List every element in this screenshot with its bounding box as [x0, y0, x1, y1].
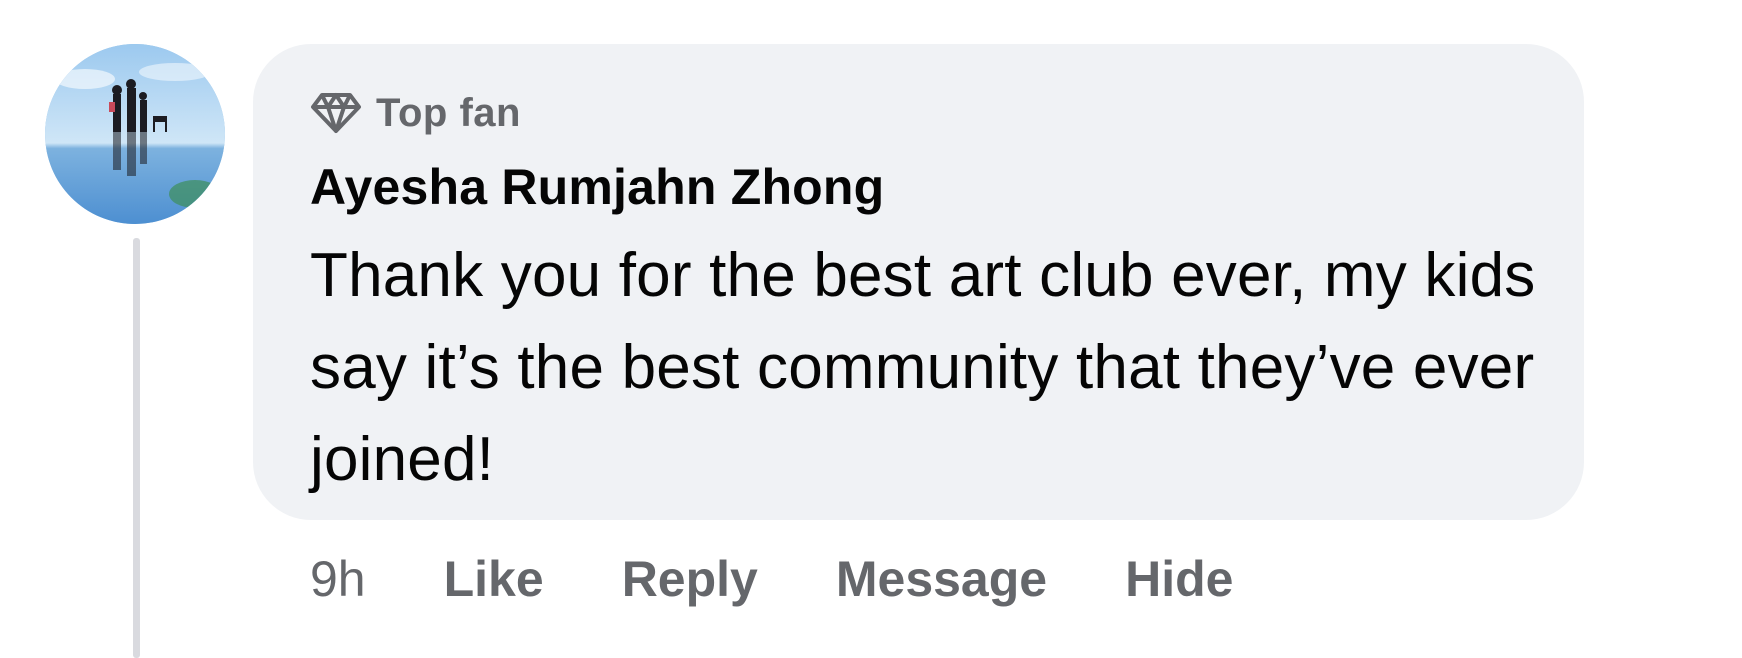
- comment-actions: 9h Like Reply Message Hide: [310, 544, 1233, 614]
- timestamp[interactable]: 9h: [310, 550, 366, 608]
- message-button[interactable]: Message: [836, 550, 1047, 608]
- comment-text: Thank you for the best art club ever, my…: [310, 241, 1536, 494]
- reply-button[interactable]: Reply: [622, 550, 758, 608]
- avatar[interactable]: [45, 44, 225, 224]
- diamond-icon: [310, 92, 362, 134]
- like-button[interactable]: Like: [444, 550, 544, 608]
- top-fan-badge: Top fan: [310, 88, 521, 138]
- author-name[interactable]: Ayesha Rumjahn Zhong: [310, 158, 884, 216]
- thread-line: [133, 238, 140, 658]
- hide-button[interactable]: Hide: [1125, 550, 1233, 608]
- badge-label: Top fan: [376, 90, 521, 135]
